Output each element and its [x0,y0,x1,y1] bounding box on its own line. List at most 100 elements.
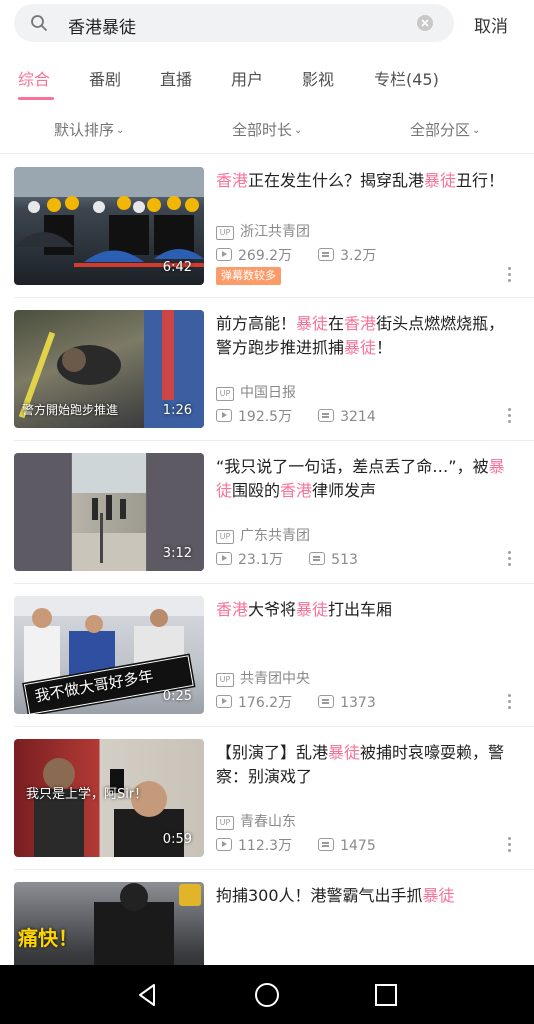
category-filter[interactable]: 全部分区 ⌄ [410,119,480,140]
danmaku-icon [309,552,326,565]
result-list: 6:42 香港正在发生什么？揭穿乱港暴徒丑行！ UP 浙江共青团 269.2万 3.… [0,155,534,965]
uploader[interactable]: UP 中国日报 [216,382,296,402]
home-icon[interactable] [253,981,281,1009]
video-stats: 112.3万 1475 [216,835,376,855]
uploader-name: 浙江共青团 [240,224,310,240]
danmaku-count: 3.2万 [340,248,377,264]
sort-filter[interactable]: 默认排序 ⌄ [54,119,124,140]
more-options-icon[interactable] [508,837,512,855]
uploader-name: 青春山东 [240,814,296,830]
title-text: 前方高能！ [216,314,297,333]
video-result[interactable]: 6:42 香港正在发生什么？揭穿乱港暴徒丑行！ UP 浙江共青团 269.2万 3.… [0,155,534,298]
title-highlight: 暴徒 [296,314,329,333]
video-thumbnail[interactable]: 6:42 [14,167,204,285]
filter-bar: 默认排序 ⌄ 全部时长 ⌄ 全部分区 ⌄ [0,108,534,154]
title-text: 正在发生什么？揭穿乱港 [248,171,425,190]
sort-filter-label: 默认排序 [54,121,115,139]
title-highlight: 香港 [280,481,313,500]
danmaku-icon [318,695,335,708]
uploader-name: 共青团中央 [240,671,310,687]
uploader-name: 中国日报 [240,385,296,401]
danmaku-count: 513 [331,552,358,568]
video-result[interactable]: 我只是上学，阿Sir！ 0:59 【别演了】乱港暴徒被捕时哀嚎耍赖，警察：别演戏… [0,727,534,870]
uploader[interactable]: UP 浙江共青团 [216,221,310,241]
title-highlight: 香港 [216,171,249,190]
title-highlight: 香港 [344,314,377,333]
video-duration: 6:42 [162,260,192,275]
tab-all[interactable]: 综合 [18,66,50,90]
uploader[interactable]: UP 共青团中央 [216,668,310,688]
title-text: 打出车厢 [328,600,393,619]
video-thumbnail[interactable]: 痛快！ [14,882,204,965]
video-duration: 3:12 [162,546,192,561]
uploader[interactable]: UP 青春山东 [216,811,296,831]
recents-icon[interactable] [372,981,400,1009]
video-title[interactable]: 拘捕300人！港警霸气出手抓暴徒 [216,884,516,908]
video-title[interactable]: “我只说了一句话，差点丢了命…”，被暴徒围殴的香港律师发声 [216,455,516,503]
category-filter-label: 全部分区 [410,121,471,139]
video-caption: 痛快！ [18,926,78,950]
chevron-down-icon: ⌄ [472,125,481,136]
video-title[interactable]: 【别演了】乱港暴徒被捕时哀嚎耍赖，警察：别演戏了 [216,741,516,789]
title-highlight: 暴徒 [422,886,455,905]
tab-users[interactable]: 用户 [231,66,263,90]
system-nav-bar [0,965,534,1024]
cancel-button[interactable]: 取消 [474,12,508,37]
title-highlight: 暴徒 [344,338,377,357]
video-result[interactable]: 警方開始跑步推進 1:26 前方高能！暴徒在香港街头点燃燃烧瓶，警方跑步推进抓捕… [0,298,534,441]
tab-articles[interactable]: 专栏(45) [374,66,439,90]
danmaku-icon [318,248,335,261]
video-stats: 176.2万 1373 [216,692,376,712]
video-thumbnail[interactable]: 警方開始跑步推進 1:26 [14,310,204,428]
uploader-name: 广东共青团 [240,528,310,544]
more-options-icon[interactable] [508,694,512,712]
up-badge-icon: UP [216,226,234,240]
search-bar: 香港暴徒 取消 [0,0,534,48]
video-duration: 0:59 [162,832,192,847]
title-highlight: 暴徒 [424,171,457,190]
view-count: 269.2万 [238,248,293,264]
danmaku-count: 1475 [340,838,376,854]
video-result[interactable]: 痛快！ 拘捕300人！港警霸气出手抓暴徒 [0,870,534,965]
play-count-icon [216,695,232,708]
danmaku-count: 1373 [340,695,376,711]
video-title[interactable]: 香港正在发生什么？揭穿乱港暴徒丑行！ [216,169,516,193]
video-result[interactable]: 我不做大哥好多年 0:25 香港大爷将暴徒打出车厢 UP 共青团中央 176.2万… [0,584,534,727]
title-text: 【别演了】乱港 [216,743,329,762]
danmaku-tag: 弹幕数较多 [216,267,281,285]
video-thumbnail[interactable]: 我只是上学，阿Sir！ 0:59 [14,739,204,857]
view-count: 112.3万 [238,838,293,854]
search-icon [31,15,47,31]
back-icon[interactable] [134,981,162,1009]
danmaku-icon [318,838,335,851]
video-title[interactable]: 前方高能！暴徒在香港街头点燃燃烧瓶，警方跑步推进抓捕暴徒！ [216,312,516,360]
video-thumbnail[interactable]: 3:12 [14,453,204,571]
play-count-icon [216,552,232,565]
more-options-icon[interactable] [508,267,512,285]
chevron-down-icon: ⌄ [294,125,303,136]
video-thumbnail[interactable]: 我不做大哥好多年 0:25 [14,596,204,714]
search-query[interactable]: 香港暴徒 [68,13,136,38]
title-text: 在 [328,314,345,333]
more-options-icon[interactable] [508,408,512,426]
duration-filter[interactable]: 全部时长 ⌄ [232,119,302,140]
view-count: 192.5万 [238,409,293,425]
duration-filter-label: 全部时长 [232,121,293,139]
title-text: “我只说了一句话，差点丢了命…”，被 [216,457,489,476]
more-options-icon[interactable] [508,551,512,569]
clear-icon[interactable] [416,14,434,32]
tab-anime[interactable]: 番剧 [89,66,121,90]
title-text: 律师发声 [312,481,377,500]
search-input[interactable]: 香港暴徒 [14,4,454,42]
video-title[interactable]: 香港大爷将暴徒打出车厢 [216,598,516,622]
play-count-icon [216,409,232,422]
tab-live[interactable]: 直播 [160,66,192,90]
title-text: 拘捕300人！港警霸气出手抓 [216,886,423,905]
title-text: 围殴的 [232,481,281,500]
uploader[interactable]: UP 广东共青团 [216,525,310,545]
video-caption: 警方開始跑步推進 [22,403,119,417]
video-result[interactable]: 3:12 “我只说了一句话，差点丢了命…”，被暴徒围殴的香港律师发声 UP 广东共… [0,441,534,584]
tab-movies[interactable]: 影视 [302,66,334,90]
view-count: 176.2万 [238,695,293,711]
video-duration: 1:26 [162,403,192,418]
